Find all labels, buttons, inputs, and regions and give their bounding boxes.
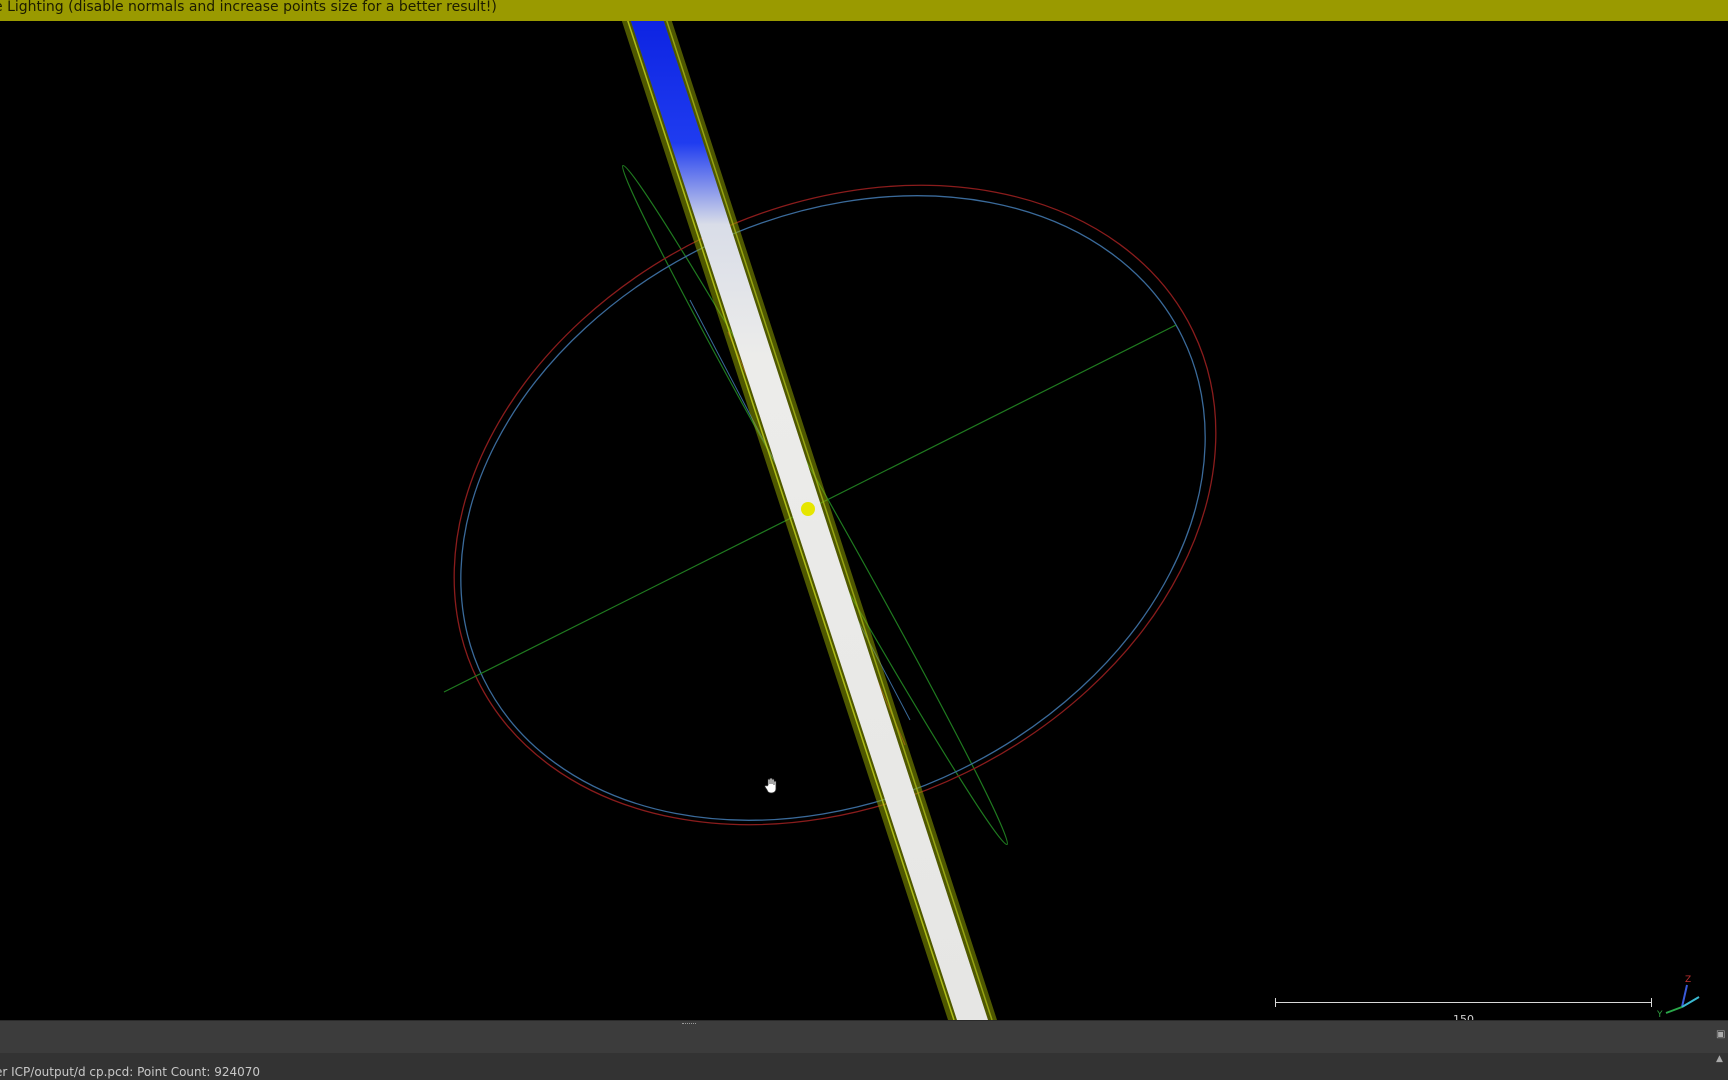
dock-restore-icon[interactable]: ▣ [1716, 1029, 1728, 1041]
axis-y-label: Y [1656, 1010, 1663, 1020]
banner-text: e Lighting (disable normals and increase… [0, 0, 497, 15]
status-bar: er ICP/output/d cp.pcd: Point Count: 924… [0, 1053, 1728, 1080]
scene-graphics [443, 21, 1217, 1020]
axis-z-label: Z [1685, 975, 1691, 985]
arrow-up-icon[interactable]: ▲ [1716, 1053, 1728, 1065]
red-circle [453, 184, 1217, 826]
scale-label: 150 [1453, 1013, 1474, 1020]
3d-viewport[interactable]: 150 Z Y [0, 21, 1728, 1020]
pivot-point[interactable] [801, 502, 815, 516]
status-text: er ICP/output/d cp.pcd: Point Count: 924… [0, 1065, 261, 1079]
hand-cursor-icon [764, 778, 777, 794]
axis-trihedron-icon: Z Y [1656, 975, 1700, 1020]
notification-banner: e Lighting (disable normals and increase… [0, 0, 1728, 21]
scale-bar: 150 [1275, 979, 1652, 1020]
splitter-grip-icon[interactable] [682, 1023, 696, 1026]
scale-tick-right [1651, 998, 1652, 1007]
panel-splitter[interactable]: ▣ [0, 1020, 1728, 1053]
scale-line [1275, 1002, 1652, 1003]
